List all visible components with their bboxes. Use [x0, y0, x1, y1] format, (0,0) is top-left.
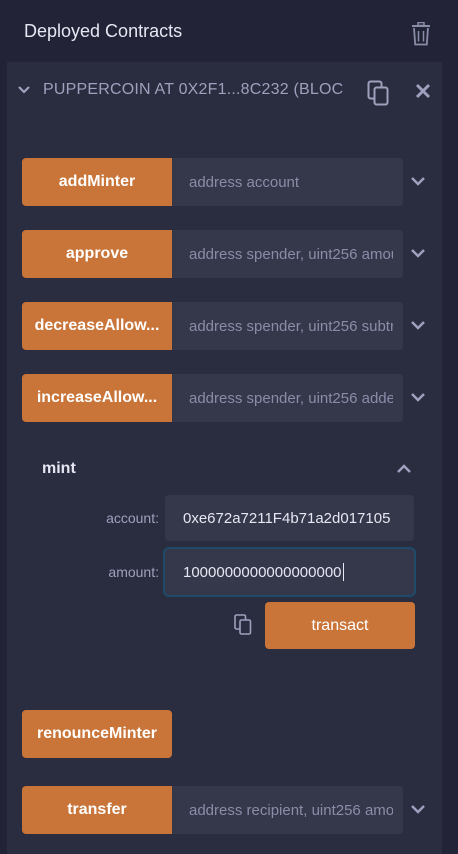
function-row-renounceMinter: renounceMinter — [22, 710, 442, 758]
addMinter-input[interactable] — [172, 158, 403, 206]
amount-field[interactable]: 1000000000000000000 — [165, 549, 414, 595]
increaseAllowance-button[interactable]: increaseAllow... — [22, 374, 172, 422]
renounceMinter-button[interactable]: renounceMinter — [22, 710, 172, 758]
amount-value: 1000000000000000000 — [183, 563, 342, 581]
chevron-down-icon[interactable] — [410, 247, 426, 259]
decreaseAllowance-button[interactable]: decreaseAllow... — [22, 302, 172, 350]
panel-title: Deployed Contracts — [24, 20, 183, 41]
transfer-input[interactable] — [172, 786, 403, 834]
function-row-increaseAllowance: increaseAllow... — [22, 374, 442, 422]
function-row-transfer: transfer — [22, 786, 442, 834]
chevron-down-icon[interactable] — [410, 803, 426, 815]
chevron-up-icon[interactable] — [396, 463, 412, 475]
transact-button[interactable]: transact — [265, 602, 415, 649]
decreaseAllowance-input[interactable] — [172, 302, 403, 350]
chevron-down-icon[interactable] — [410, 175, 426, 187]
amount-label: amount: — [108, 564, 159, 580]
chevron-down-icon[interactable] — [17, 82, 31, 96]
approve-button[interactable]: approve — [22, 230, 172, 278]
account-label: account: — [106, 510, 159, 526]
chevron-down-icon[interactable] — [410, 319, 426, 331]
account-value: 0xe672a7211F4b71a2d017105 — [183, 509, 391, 527]
function-row-approve: approve — [22, 230, 442, 278]
transfer-button[interactable]: transfer — [22, 786, 172, 834]
function-row-decreaseAllowance: decreaseAllow... — [22, 302, 442, 350]
text-caret — [342, 563, 344, 581]
trash-icon[interactable] — [410, 22, 432, 46]
mint-function-title: mint — [42, 460, 76, 477]
chevron-down-icon[interactable] — [410, 391, 426, 403]
close-icon[interactable] — [415, 83, 431, 99]
addMinter-button[interactable]: addMinter — [22, 158, 172, 206]
contract-instance: PUPPERCOIN AT 0X2F1...8C232 (BLOCKCHAIN)… — [7, 62, 442, 854]
function-row-addMinter: addMinter — [22, 158, 442, 206]
copy-calldata-icon[interactable] — [234, 614, 252, 636]
increaseAllowance-input[interactable] — [172, 374, 403, 422]
deployed-contracts-panel: Deployed Contracts PUPPERCOIN AT 0X2F1..… — [0, 0, 458, 854]
account-field[interactable]: 0xe672a7211F4b71a2d017105 — [165, 495, 414, 541]
copy-icon[interactable] — [367, 80, 389, 106]
contract-header[interactable]: PUPPERCOIN AT 0X2F1...8C232 (BLOCKCHAIN) — [7, 62, 442, 120]
contract-name[interactable]: PUPPERCOIN AT 0X2F1...8C232 (BLOCKCHAIN) — [43, 81, 343, 99]
approve-input[interactable] — [172, 230, 403, 278]
panel-header: Deployed Contracts — [0, 0, 458, 62]
